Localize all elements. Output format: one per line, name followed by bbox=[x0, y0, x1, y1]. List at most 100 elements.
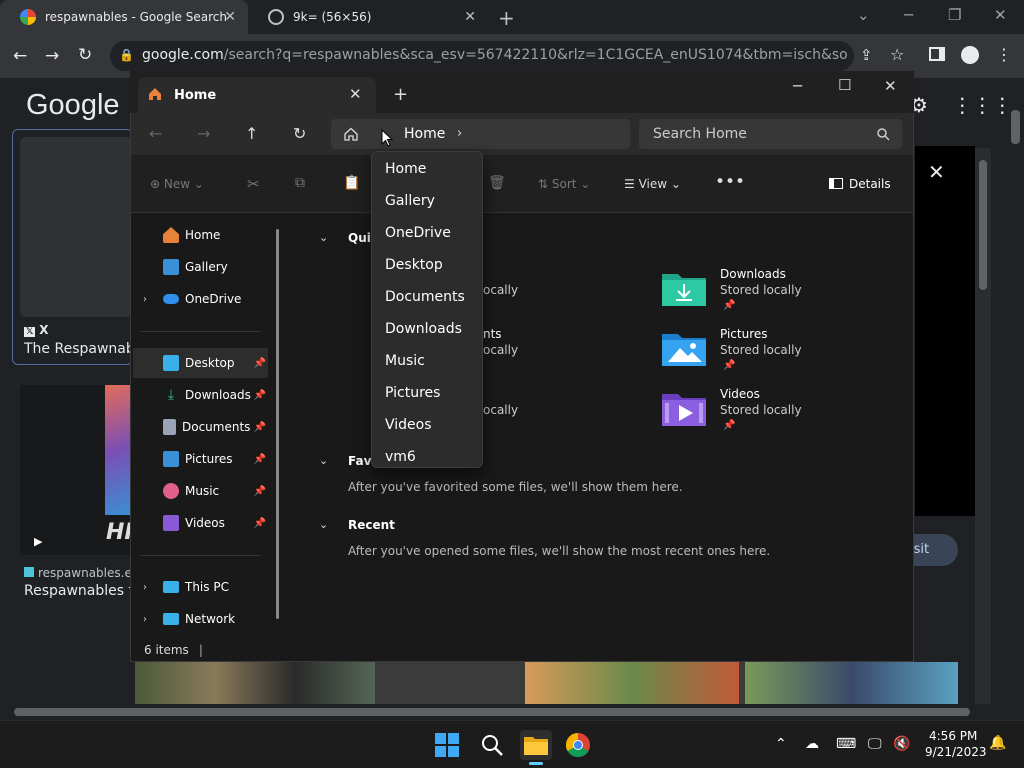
notification-bell-icon[interactable]: 🔔 bbox=[989, 735, 1006, 751]
chevron-down-icon[interactable]: ⌄ bbox=[319, 231, 328, 244]
close-window-button[interactable]: ✕ bbox=[994, 6, 1007, 24]
pin-icon[interactable]: 📌 bbox=[254, 486, 266, 497]
cut-icon[interactable]: ✂ bbox=[247, 175, 260, 193]
search-icon[interactable] bbox=[876, 127, 890, 141]
item-name[interactable]: Pictures bbox=[720, 327, 768, 341]
nav-item-home[interactable]: Home bbox=[133, 220, 268, 250]
dropdown-item-desktop[interactable]: Desktop bbox=[385, 257, 443, 273]
close-window-button[interactable]: ✕ bbox=[884, 77, 897, 95]
result-title[interactable]: The Respawnables bbox=[24, 341, 132, 357]
pin-icon[interactable]: 📌 bbox=[254, 390, 266, 401]
horizontal-scrollbar-thumb[interactable] bbox=[14, 708, 970, 716]
pictures-folder-icon[interactable] bbox=[662, 330, 706, 366]
reload-icon[interactable]: ↻ bbox=[78, 45, 92, 65]
dropdown-item-onedrive[interactable]: OneDrive bbox=[385, 225, 451, 241]
item-name[interactable]: Videos bbox=[720, 387, 760, 401]
image-thumbnail[interactable] bbox=[525, 662, 739, 704]
explorer-tab-home[interactable]: Home bbox=[138, 77, 376, 113]
browser-tab-google-search[interactable]: respawnables - Google Search ✕ bbox=[0, 0, 248, 34]
google-logo[interactable]: Google bbox=[26, 89, 120, 122]
keyboard-icon[interactable]: ⌨ bbox=[836, 736, 856, 752]
forward-icon[interactable]: → bbox=[45, 46, 59, 66]
nav-item-this-pc[interactable]: › This PC bbox=[133, 572, 268, 602]
result-title[interactable]: Respawnables fo bbox=[24, 583, 132, 599]
new-tab-button[interactable]: + bbox=[498, 6, 515, 30]
volume-muted-icon[interactable]: 🔇 bbox=[893, 736, 910, 752]
nav-item-videos[interactable]: Videos 📌 bbox=[133, 508, 268, 538]
back-icon[interactable]: ← bbox=[149, 124, 162, 143]
chevron-right-icon[interactable]: › bbox=[457, 126, 462, 141]
close-preview-icon[interactable]: ✕ bbox=[928, 160, 945, 184]
nav-item-onedrive[interactable]: › OneDrive bbox=[133, 284, 268, 314]
item-name[interactable]: Downloads bbox=[720, 267, 786, 281]
navigation-scrollbar[interactable] bbox=[276, 229, 279, 619]
downloads-folder-icon[interactable] bbox=[662, 270, 706, 306]
more-options-icon[interactable]: ••• bbox=[715, 172, 745, 192]
chevron-right-icon[interactable]: › bbox=[143, 614, 147, 625]
close-tab-icon[interactable]: ✕ bbox=[464, 9, 476, 25]
tab-search-icon[interactable]: ⌄ bbox=[857, 6, 870, 24]
chevron-down-icon[interactable]: ⌄ bbox=[319, 518, 328, 531]
section-recent[interactable]: Recent bbox=[348, 518, 395, 532]
browser-tab-image[interactable]: 9k= (56×56) ✕ bbox=[248, 0, 488, 34]
dropdown-item-music[interactable]: Music bbox=[385, 353, 425, 369]
minimize-button[interactable]: ─ bbox=[793, 77, 802, 95]
restore-button[interactable]: ❐ bbox=[948, 6, 961, 24]
search-input[interactable]: Search Home bbox=[639, 119, 902, 149]
nav-item-network[interactable]: › Network bbox=[133, 604, 268, 634]
home-outline-icon[interactable] bbox=[343, 126, 359, 142]
apps-grid-icon[interactable]: ⋮⋮⋮ bbox=[952, 93, 1012, 117]
image-thumbnail[interactable] bbox=[745, 662, 958, 704]
url-text[interactable]: google.com/search?q=respawnables&sca_esv… bbox=[142, 47, 847, 63]
pin-icon[interactable]: 📌 bbox=[254, 454, 266, 465]
nav-item-desktop[interactable]: Desktop 📌 bbox=[133, 348, 268, 378]
address-bar[interactable] bbox=[331, 119, 630, 149]
close-tab-icon[interactable]: ✕ bbox=[349, 85, 362, 103]
show-hidden-icons-chevron[interactable]: ⌃ bbox=[775, 736, 787, 752]
bookmark-star-icon[interactable]: ☆ bbox=[890, 45, 904, 64]
nav-item-downloads[interactable]: ⤓ Downloads 📌 bbox=[133, 380, 268, 410]
clock-date[interactable]: 9/21/2023 bbox=[925, 745, 987, 759]
side-panel-icon[interactable] bbox=[929, 47, 945, 61]
taskbar-search-icon[interactable] bbox=[480, 733, 504, 757]
profile-icon[interactable] bbox=[961, 46, 979, 64]
pin-icon[interactable]: 📌 bbox=[254, 422, 266, 433]
menu-kebab-icon[interactable]: ⋮ bbox=[996, 45, 1012, 64]
clock-time[interactable]: 4:56 PM bbox=[929, 729, 977, 743]
close-tab-icon[interactable]: ✕ bbox=[224, 9, 236, 25]
details-button[interactable]: Details bbox=[829, 177, 891, 191]
up-arrow-icon[interactable]: ↑ bbox=[245, 124, 258, 143]
nav-item-gallery[interactable]: Gallery bbox=[133, 252, 268, 282]
forward-icon[interactable]: → bbox=[197, 124, 210, 143]
minimize-button[interactable]: ─ bbox=[904, 6, 913, 24]
lock-icon[interactable]: 🔒 bbox=[119, 48, 134, 62]
chevron-right-icon[interactable]: › bbox=[143, 582, 147, 593]
delete-icon[interactable]: 🗑 bbox=[488, 175, 506, 191]
copy-icon[interactable]: ⧉ bbox=[295, 175, 305, 191]
new-button[interactable]: ⊕ New ⌄ bbox=[150, 177, 204, 191]
videos-folder-icon[interactable] bbox=[662, 390, 706, 426]
refresh-icon[interactable]: ↻ bbox=[293, 124, 306, 143]
back-icon[interactable]: ← bbox=[13, 46, 27, 66]
breadcrumb-home[interactable]: Home bbox=[404, 126, 445, 142]
chevron-down-icon[interactable]: ⌄ bbox=[319, 454, 328, 467]
nav-item-pictures[interactable]: Pictures 📌 bbox=[133, 444, 268, 474]
onedrive-tray-icon[interactable]: ☁ bbox=[805, 736, 819, 752]
paste-icon[interactable]: 📋 bbox=[343, 175, 360, 191]
sort-button[interactable]: ⇅ Sort ⌄ bbox=[538, 177, 590, 191]
chrome-icon[interactable] bbox=[566, 733, 590, 757]
view-button[interactable]: ☰ View ⌄ bbox=[624, 177, 681, 191]
dropdown-item-videos[interactable]: Videos bbox=[385, 417, 432, 433]
dropdown-item-home[interactable]: Home bbox=[385, 161, 426, 177]
network-tray-icon[interactable]: 🖵 bbox=[868, 736, 882, 752]
page-scrollbar-thumb[interactable] bbox=[1011, 110, 1020, 144]
pin-icon[interactable]: 📌 bbox=[254, 518, 266, 529]
dropdown-item-documents[interactable]: Documents bbox=[385, 289, 465, 305]
chevron-right-icon[interactable]: › bbox=[143, 294, 147, 305]
dropdown-item-downloads[interactable]: Downloads bbox=[385, 321, 462, 337]
image-thumbnail[interactable] bbox=[135, 662, 375, 704]
windows-start-icon[interactable] bbox=[435, 733, 459, 757]
share-icon[interactable]: ⇪ bbox=[860, 46, 873, 64]
preview-scrollbar-thumb[interactable] bbox=[979, 160, 987, 290]
pin-icon[interactable]: 📌 bbox=[254, 358, 266, 369]
